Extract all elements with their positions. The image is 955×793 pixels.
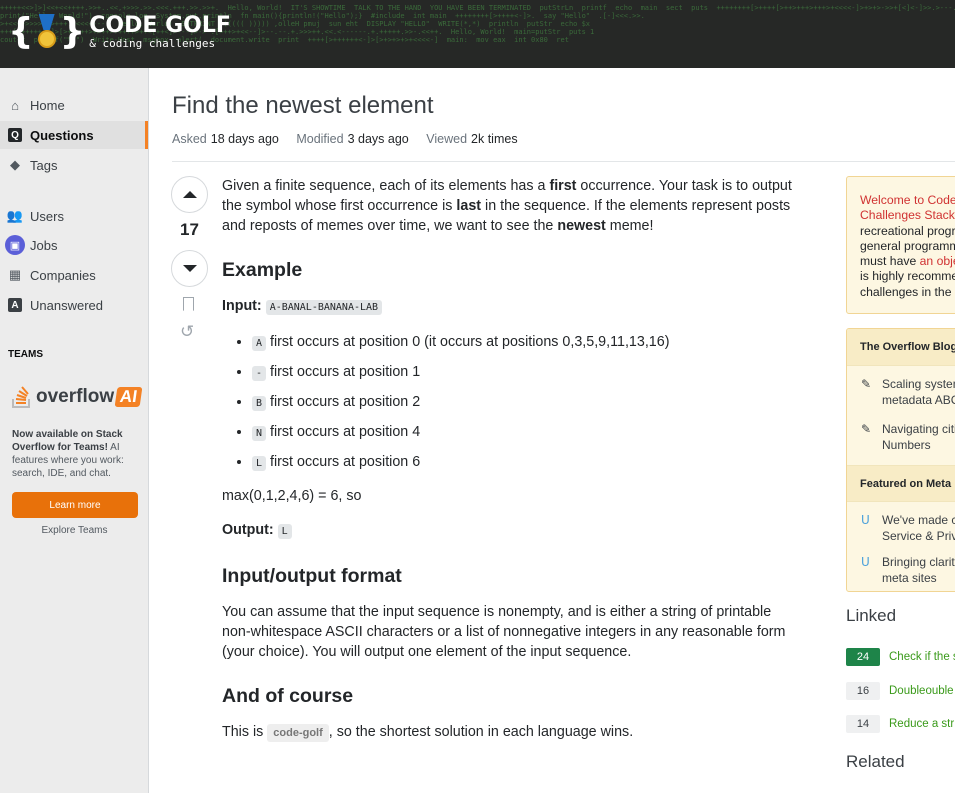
list-item: A first occurs at position 0 (it occurs … [252, 332, 792, 354]
sidebar-item-label: Home [30, 97, 65, 113]
building-icon: ▦ [8, 267, 22, 282]
viewed-label: Viewed [426, 132, 468, 146]
logo-subtitle: & coding challenges [89, 36, 216, 50]
stack-overflow-icon [12, 386, 30, 408]
overflow-ai-logo: overflow AI [12, 386, 143, 408]
overflow-ai-word: overflow [36, 386, 115, 407]
history-icon[interactable]: ↺ [180, 322, 194, 342]
sidebar-item-unanswered[interactable]: A Unanswered [0, 291, 148, 319]
list-item: L first occurs at position 6 [252, 452, 792, 474]
pencil-icon: ✎ [861, 422, 872, 436]
list-item: - first occurs at position 1 [252, 362, 792, 384]
input-line: Input: A-BANAL-BANANA-LAB [222, 296, 792, 318]
blog-item[interactable]: ✎ Scaling systen metadata ABC [847, 376, 955, 408]
course-paragraph: This is code-golf, so the shortest solut… [222, 724, 634, 742]
sidebar-item-jobs[interactable]: ▣ Jobs [0, 231, 148, 259]
linked-item[interactable]: 24 Check if the s [846, 648, 955, 666]
sidebar-item-label: Questions [30, 127, 94, 143]
linked-title[interactable]: Check if the s [889, 651, 955, 663]
logo-brace-right: } [59, 11, 86, 52]
bookmark-icon[interactable] [183, 297, 194, 311]
modified-label: Modified [296, 132, 344, 146]
meta-icon: ᑌ [861, 555, 870, 569]
viewed-value: 2k times [471, 132, 518, 146]
meta-item[interactable]: ᑌ Bringing clarity meta sites [847, 554, 955, 586]
linked-heading: Linked [846, 606, 897, 625]
arrow-down-icon [182, 265, 197, 272]
tag-icon: ◆ [10, 157, 20, 172]
teams-heading: TEAMS [8, 349, 43, 360]
logo-title: CODE GOLF [89, 12, 231, 38]
sidebar-item-label: Users [30, 208, 64, 224]
heading-course: And of course [222, 685, 354, 707]
sidebar-item-home[interactable]: ⌂ Home [0, 91, 148, 119]
linked-item[interactable]: 16 Doubleouble [846, 682, 954, 700]
arrow-up-icon [182, 191, 197, 198]
site-logo[interactable]: { } CODE GOLF & coding challenges [8, 14, 231, 50]
linked-title[interactable]: Reduce a str [889, 718, 954, 730]
vote-count: 17 [180, 220, 199, 239]
intro-paragraph: Given a finite sequence, each of its ele… [222, 178, 792, 234]
meta-item[interactable]: ᑌ We've made c Service & Priv [847, 512, 955, 544]
question-body: Given a finite sequence, each of its ele… [222, 176, 792, 743]
downvote-button[interactable] [171, 250, 208, 287]
linked-title[interactable]: Doubleouble [889, 685, 954, 697]
title-divider [172, 161, 955, 162]
list-item: N first occurs at position 4 [252, 422, 792, 444]
home-icon: ⌂ [11, 97, 19, 113]
left-sidebar: ⌂ Home Q Questions ◆ Tags 👥 Users ▣ Jobs ▦ Com… [0, 68, 149, 793]
sidebar-item-users[interactable]: 👥 Users [0, 202, 148, 230]
sidebar-widget: The Overflow Blog ✎ Scaling systen metadat… [846, 328, 955, 592]
sidebar-item-label: Jobs [30, 237, 58, 253]
pencil-icon: ✎ [861, 377, 872, 391]
question-title[interactable]: Find the newest element [172, 92, 433, 120]
sidebar-item-questions[interactable]: Q Questions [0, 121, 148, 149]
sidebar-item-label: Companies [30, 267, 96, 283]
heading-io: Input/output format [222, 565, 402, 587]
heading-example: Example [222, 259, 303, 281]
users-icon: 👥 [6, 208, 24, 223]
briefcase-icon: ▣ [5, 235, 25, 255]
related-heading: Related [846, 752, 905, 771]
questions-icon: Q [8, 128, 22, 142]
explore-teams-link[interactable]: Explore Teams [0, 525, 149, 536]
question-meta: Asked 18 days ago Modified 3 days ago View… [172, 132, 532, 146]
objective-link[interactable]: an obje [920, 254, 955, 268]
output-code: L [277, 524, 292, 539]
unanswered-icon: A [8, 298, 22, 312]
sidebar-item-companies[interactable]: ▦ Companies [0, 261, 148, 289]
medal-icon [36, 14, 58, 50]
ai-badge: AI [114, 387, 143, 407]
upvote-button[interactable] [171, 176, 208, 213]
output-line: Output: L [222, 520, 792, 542]
logo-brace-left: { [8, 11, 34, 52]
linked-score: 14 [846, 715, 880, 733]
blog-item[interactable]: ✎ Navigating citi Numbers [847, 421, 955, 453]
modified-value[interactable]: 3 days ago [348, 132, 409, 146]
input-code: A-BANAL-BANANA-LAB [265, 300, 383, 315]
linked-score: 24 [846, 648, 880, 666]
meta-icon: ᑌ [861, 513, 870, 527]
linked-item[interactable]: 14 Reduce a str [846, 715, 954, 733]
site-header: +++++<<>]>]<<+<<++++.>>+..<<,+>>>.>>.<<<… [0, 0, 955, 68]
teams-promo-text: Now available on Stack Overflow for Team… [12, 428, 142, 480]
asked-value[interactable]: 18 days ago [211, 132, 279, 146]
meta-heading: Featured on Meta [847, 465, 955, 502]
occurrence-list: A first occurs at position 0 (it occurs … [252, 332, 792, 474]
blog-heading: The Overflow Blog [847, 329, 955, 366]
linked-score: 16 [846, 682, 880, 700]
sidebar-item-tags[interactable]: ◆ Tags [0, 151, 148, 179]
asked-label: Asked [172, 132, 207, 146]
teams-promo-bold: Now available on Stack Overflow for Team… [12, 429, 123, 453]
sidebar-item-label: Tags [30, 157, 58, 173]
sidebar-item-label: Unanswered [30, 297, 103, 313]
io-paragraph: You can assume that the input sequence i… [222, 604, 786, 660]
code-golf-tag[interactable]: code-golf [267, 724, 329, 742]
list-item: B first occurs at position 2 [252, 392, 792, 414]
welcome-notice: Welcome to Code Challenges Stack recreati… [846, 176, 955, 314]
learn-more-button[interactable]: Learn more [12, 492, 138, 518]
max-line: max(0,1,2,4,6) = 6, so [222, 488, 362, 504]
